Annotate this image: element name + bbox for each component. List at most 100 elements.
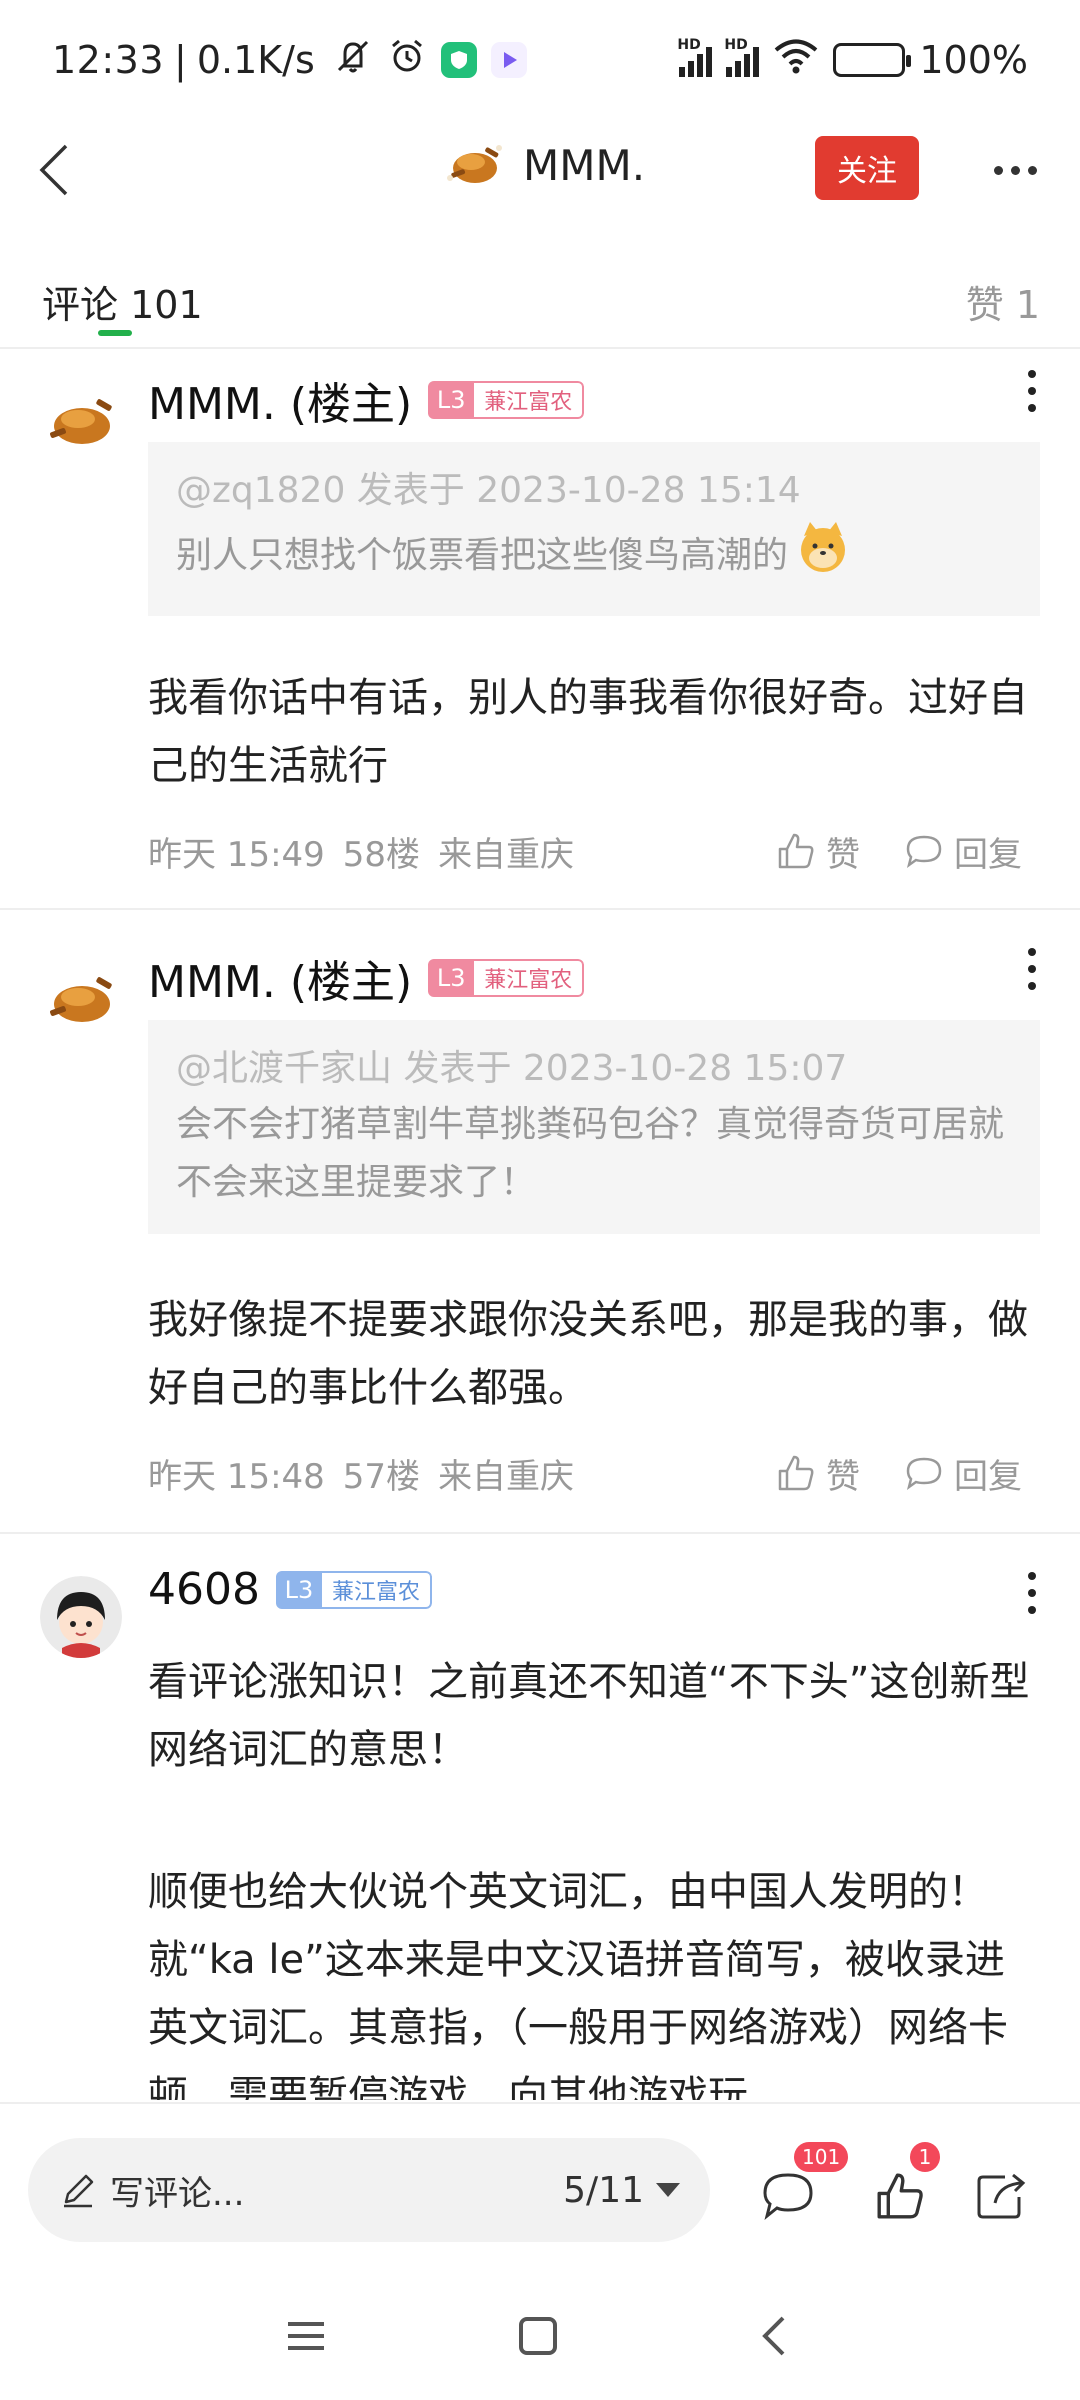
avatar[interactable] [40,380,122,462]
comment-actions: 赞 回复 [776,1449,1040,1498]
thumbs-up-icon [778,1455,814,1491]
reply-label: 回复 [954,834,1022,875]
comment-divider [0,908,1080,910]
page-indicator: 5/11 [563,2169,644,2211]
author-header[interactable]: MMM. [445,138,645,192]
status-time: 12:33 [52,38,165,82]
app-shield-icon [440,42,477,78]
tab-comments[interactable]: 评论 101 [42,274,203,329]
comments-count-badge: 101 [794,2142,849,2172]
comment-text: 我好像提不提要求跟你没关系吧，那是我的事，做好自己的事比什么都强。 [148,1297,1028,1411]
comment-floor: 57楼 [342,1456,421,1497]
level-title: 蒹江富农 [474,381,585,419]
comment-text: 我看你话中有话，别人的事我看你很好奇。过好自己的生活就行 [148,675,1028,789]
like-button[interactable]: 赞 [776,827,878,876]
avatar[interactable] [40,1576,122,1658]
like-label: 赞 [826,1456,860,1497]
comment-time: 昨天 15:48 [148,1456,325,1497]
more-horizontal-icon[interactable] [985,150,1045,190]
mute-icon [333,36,373,85]
comment-meta: 昨天 15:49 58楼 来自重庆 赞 回复 [148,826,1040,876]
quote-text: 会不会打猪草割牛草挑粪码包谷？真觉得奇货可居就不会来这里提要求了！ [176,1104,1005,1203]
share-icon [977,2173,1026,2219]
level-badge: L3 蒹江富农 [428,381,585,419]
tab-likes-count: 1 [1015,283,1040,327]
level-title: 蒹江富农 [321,1570,432,1609]
quote-header: @北渡千家山 发表于 2023-10-28 15:07 [176,1048,848,1089]
header-author-name: MMM. [523,140,646,190]
thumbs-up-icon [877,2173,923,2219]
alarm-icon [387,36,427,85]
level-badge: L3 蒹江富农 [428,959,585,997]
comment-actions: 赞 回复 [776,827,1040,876]
comment-author-name: MMM. (楼主) [148,957,413,1008]
comment-bubble-icon [906,835,942,868]
tab-active-indicator [98,330,132,336]
tab-comments-label: 评论 [42,283,119,327]
reply-button[interactable]: 回复 [904,1449,1040,1498]
comment-item: 4608 L3 蒹江富农 看评论涨知识！之前真还不知道“不下头”这创新型网络词汇… [0,1552,1080,2100]
avatar[interactable] [40,958,122,1040]
chevron-left-icon [39,144,68,196]
back-chevron-icon[interactable] [744,2306,804,2366]
top-nav: MMM. 关注 [0,120,1080,220]
roast-chicken-avatar [445,138,503,192]
like-button[interactable]: 赞 [776,1449,878,1498]
status-icons-right: HD HD 100% [677,37,1028,84]
tab-comments-count: 101 [130,283,203,327]
comment-more-icon[interactable] [1022,944,1042,994]
comment-floor: 58楼 [342,834,421,875]
status-icons-left [333,36,527,85]
comments-button[interactable]: 101 [758,2142,849,2226]
comment-author-name: MMM. (楼主) [148,379,413,430]
tab-likes[interactable]: 赞 1 [966,274,1040,329]
comment-more-icon[interactable] [1022,366,1042,416]
comment-author[interactable]: MMM. (楼主) L3 蒹江富农 [148,368,585,432]
like-post-button[interactable]: 1 [870,2142,940,2226]
follow-button[interactable]: 关注 [815,136,919,200]
comment-bubble-icon [763,2173,813,2220]
app-play-icon [490,42,527,78]
home-square-icon[interactable] [508,2306,568,2366]
level-label: L3 [428,959,475,997]
comment-location: 来自重庆 [438,1456,575,1497]
comment-tabs: 评论 101 赞 1 [0,258,1080,348]
comment-more-icon[interactable] [1022,1568,1042,1618]
write-comment-input[interactable]: 写评论... 5/11 [28,2138,710,2242]
quote-text-row: 别人只想找个饭票看把这些傻鸟高潮的 [176,518,1012,594]
status-separator: | [174,38,187,82]
reply-label: 回复 [954,1456,1022,1497]
status-battery-percent: 100% [919,38,1028,82]
wifi-icon [773,37,819,84]
level-badge: L3 蒹江富农 [275,1570,432,1609]
dropdown-triangle-icon [656,2183,680,2197]
hd-signal-icon: HD [677,37,713,77]
doge-emoji [794,518,852,594]
menu-icon[interactable] [276,2306,336,2366]
comment-location: 来自重庆 [438,834,575,875]
comment-author-name: 4608 [148,1564,260,1615]
reply-button[interactable]: 回复 [904,827,1040,876]
tab-likes-label: 赞 [965,283,1004,327]
comment-text-paragraph-1: 看评论涨知识！之前真还不知道“不下头”这创新型网络词汇的意思！ [148,1659,1030,1773]
quoted-comment[interactable]: @zq1820 发表于 2023-10-28 15:14 别人只想找个饭票看把这… [148,442,1040,616]
comment-divider [0,1532,1080,1534]
thumbs-up-icon [778,833,814,869]
quoted-comment[interactable]: @北渡千家山 发表于 2023-10-28 15:07 会不会打猪草割牛草挑粪码… [148,1020,1040,1234]
hd-signal-icon: HD [724,37,760,77]
back-button[interactable] [24,138,84,202]
comment-time: 昨天 15:49 [148,834,325,875]
share-button[interactable] [972,2166,1032,2226]
status-bar: 12:33 | 0.1K/s HD HD 100% [0,0,1080,120]
level-label: L3 [428,381,475,419]
likes-count-badge: 1 [910,2142,940,2172]
bottom-action-bar: 写评论... 5/11 101 1 [0,2102,1080,2272]
tabs-divider [0,347,1080,349]
battery-charging-icon [833,43,912,77]
write-comment-placeholder: 写评论... [110,2173,245,2214]
comment-author[interactable]: MMM. (楼主) L3 蒹江富农 [148,946,585,1010]
comment-author[interactable]: 4608 L3 蒹江富农 [148,1564,432,1615]
page-selector[interactable]: 5/11 [563,2170,680,2211]
quote-text: 别人只想找个饭票看把这些傻鸟高潮的 [176,535,789,576]
level-title: 蒹江富农 [474,959,585,997]
